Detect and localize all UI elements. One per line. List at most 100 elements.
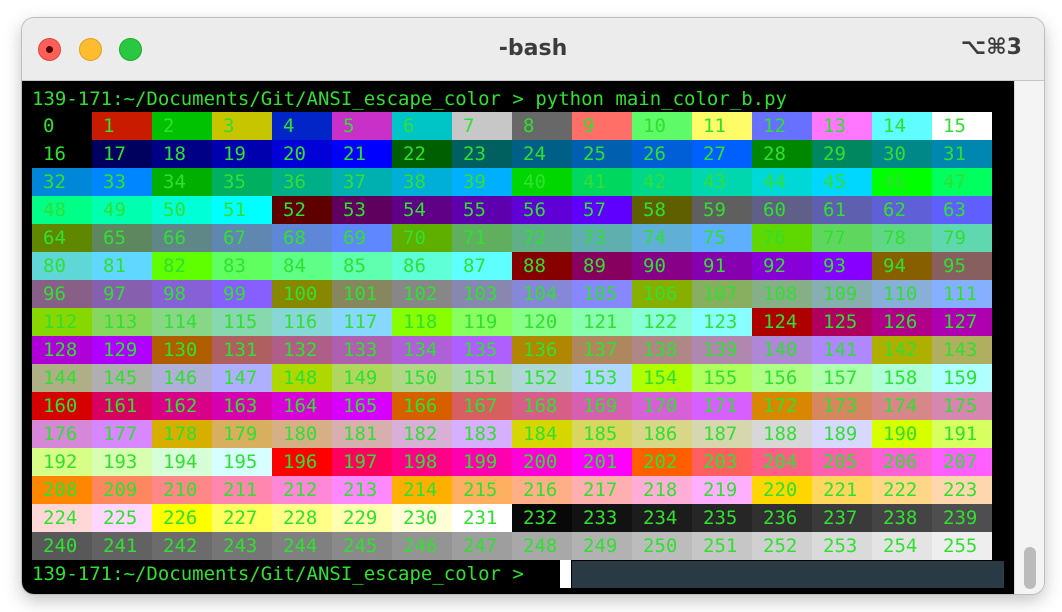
color-cell: 183: [452, 420, 512, 448]
color-cell: 227: [212, 504, 272, 532]
color-cell: 67: [212, 224, 272, 252]
terminal-output[interactable]: 139-171:~/Documents/Git/ANSI_escape_colo…: [22, 81, 1014, 594]
scrollbar-thumb[interactable]: [1024, 547, 1036, 589]
color-cell: 64: [32, 224, 92, 252]
command-line: 139-171:~/Documents/Git/ANSI_escape_colo…: [32, 86, 787, 112]
color-cell: 50: [152, 196, 212, 224]
color-cell: 0: [32, 112, 92, 140]
color-cell: 174: [872, 392, 932, 420]
color-cell: 65: [92, 224, 152, 252]
color-cell: 186: [632, 420, 692, 448]
color-cell: 26: [632, 140, 692, 168]
color-cell: 205: [812, 448, 872, 476]
color-cell: 13: [812, 112, 872, 140]
color-cell: 182: [392, 420, 452, 448]
vertical-scrollbar[interactable]: [1014, 81, 1044, 594]
color-cell: 108: [752, 280, 812, 308]
color-cell: 210: [152, 476, 212, 504]
color-cell: 102: [392, 280, 452, 308]
color-cell: 32: [32, 168, 92, 196]
color-cell: 144: [32, 364, 92, 392]
color-cell: 241: [92, 532, 152, 560]
color-cell: 133: [332, 336, 392, 364]
text-cursor: [560, 560, 571, 588]
color-cell: 171: [692, 392, 752, 420]
color-cell: 214: [392, 476, 452, 504]
color-cell: 120: [512, 308, 572, 336]
color-cell: 235: [692, 504, 752, 532]
color-cell: 244: [272, 532, 332, 560]
color-cell: 233: [572, 504, 632, 532]
color-cell: 84: [272, 252, 332, 280]
color-cell: 101: [332, 280, 392, 308]
color-cell: 28: [752, 140, 812, 168]
color-cell: 2: [152, 112, 212, 140]
color-cell: 37: [332, 168, 392, 196]
color-cell: 132: [272, 336, 332, 364]
color-cell: 192: [32, 448, 92, 476]
color-cell: 79: [932, 224, 992, 252]
color-cell: 118: [392, 308, 452, 336]
color-cell: 66: [152, 224, 212, 252]
color-cell: 187: [692, 420, 752, 448]
color-cell: 255: [932, 532, 992, 560]
color-cell: 69: [332, 224, 392, 252]
color-cell: 175: [932, 392, 992, 420]
color-cell: 184: [512, 420, 572, 448]
color-cell: 209: [92, 476, 152, 504]
color-cell: 228: [272, 504, 332, 532]
color-cell: 254: [872, 532, 932, 560]
color-cell: 222: [872, 476, 932, 504]
command-input[interactable]: [572, 561, 1004, 588]
color-cell: 116: [272, 308, 332, 336]
color-cell: 170: [632, 392, 692, 420]
color-cell: 44: [752, 168, 812, 196]
color-cell: 47: [932, 168, 992, 196]
color-cell: 21: [332, 140, 392, 168]
color-cell: 35: [212, 168, 272, 196]
color-cell: 152: [512, 364, 572, 392]
color-cell: 96: [32, 280, 92, 308]
command-text: python main_color_b.py: [535, 88, 787, 110]
color-cell: 237: [812, 504, 872, 532]
color-cell: 63: [932, 196, 992, 224]
color-cell: 103: [452, 280, 512, 308]
color-cell: 9: [572, 112, 632, 140]
color-cell: 216: [512, 476, 572, 504]
color-cell: 236: [752, 504, 812, 532]
color-cell: 11: [692, 112, 752, 140]
color-cell: 159: [932, 364, 992, 392]
color-cell: 17: [92, 140, 152, 168]
color-cell: 85: [332, 252, 392, 280]
color-cell: 97: [92, 280, 152, 308]
color-cell: 146: [152, 364, 212, 392]
color-cell: 126: [872, 308, 932, 336]
color-cell: 75: [692, 224, 752, 252]
color-cell: 53: [332, 196, 392, 224]
color-cell: 143: [932, 336, 992, 364]
color-cell: 165: [332, 392, 392, 420]
color-cell: 19: [212, 140, 272, 168]
color-cell: 250: [632, 532, 692, 560]
color-cell: 57: [572, 196, 632, 224]
color-cell: 58: [632, 196, 692, 224]
color-cell: 201: [572, 448, 632, 476]
color-cell: 218: [632, 476, 692, 504]
color-cell: 110: [872, 280, 932, 308]
color-cell: 129: [92, 336, 152, 364]
color-cell: 39: [452, 168, 512, 196]
color-cell: 119: [452, 308, 512, 336]
window-shortcut-label: ⌥⌘3: [960, 35, 1022, 60]
color-cell: 98: [152, 280, 212, 308]
color-cell: 30: [872, 140, 932, 168]
color-cell: 239: [932, 504, 992, 532]
color-cell: 88: [512, 252, 572, 280]
color-cell: 179: [212, 420, 272, 448]
color-cell: 137: [572, 336, 632, 364]
color-cell: 107: [692, 280, 752, 308]
color-cell: 163: [212, 392, 272, 420]
color-cell: 207: [932, 448, 992, 476]
color-cell: 245: [332, 532, 392, 560]
color-cell: 253: [812, 532, 872, 560]
color-cell: 229: [332, 504, 392, 532]
